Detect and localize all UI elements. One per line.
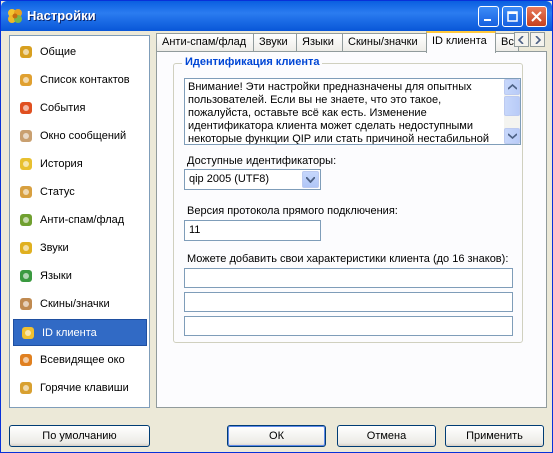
dropdown-button[interactable]	[302, 171, 319, 188]
custom-caps-field-2[interactable]	[184, 292, 513, 312]
sidebar-item-label: Звуки	[40, 242, 69, 254]
client-identifier-value: qip 2005 (UTF8)	[189, 173, 270, 185]
identifiers-label: Доступные идентификаторы:	[187, 155, 337, 167]
maximize-button[interactable]	[502, 6, 523, 27]
protocol-version-input[interactable]: 11	[184, 220, 321, 241]
sidebar-item-label: ID клиента	[42, 327, 97, 339]
settings-sidebar: Общие Список контактов События Окно сообщен…	[9, 35, 150, 408]
skins-icon	[20, 298, 32, 310]
antispam-icon	[20, 214, 32, 226]
tab[interactable]: Скины/значки	[342, 33, 427, 52]
sidebar-item-label: История	[40, 158, 83, 170]
tab-scroll-left-button[interactable]	[514, 32, 529, 47]
arrow-down-icon	[508, 133, 517, 139]
custom-caps-field-3[interactable]	[184, 316, 513, 336]
warning-text-area[interactable]: Внимание! Эти настройки предназначены дл…	[184, 78, 521, 145]
apply-button[interactable]: Применить	[445, 425, 544, 447]
sidebar-item[interactable]: Языки	[12, 263, 147, 290]
chevron-left-icon	[518, 36, 524, 44]
sidebar-item-label: Статус	[40, 186, 75, 198]
sidebar-item[interactable]: Общие	[12, 39, 147, 66]
gear-person-icon	[20, 46, 32, 58]
custom-caps-label: Можете добавить свои характеристики клие…	[187, 253, 509, 265]
sidebar-item-label: Анти-спам/флад	[40, 214, 125, 226]
close-button[interactable]	[526, 6, 547, 27]
sidebar-item-label: Общие	[40, 46, 77, 58]
window-title: Настройки	[27, 8, 96, 23]
sidebar-item[interactable]: ID клиента	[13, 319, 147, 346]
tab[interactable]: ID клиента	[426, 31, 496, 53]
tab[interactable]: Звуки	[253, 33, 297, 52]
events-icon	[20, 102, 32, 114]
group-title: Идентификация клиента	[182, 56, 323, 68]
maximize-icon	[507, 11, 518, 22]
all-seeing-eye-icon	[20, 354, 32, 366]
cancel-button[interactable]: Отмена	[337, 425, 436, 447]
minimize-button[interactable]	[478, 6, 499, 27]
sidebar-item[interactable]: События	[12, 95, 147, 122]
qip-flower-icon	[8, 9, 22, 23]
scroll-down-button[interactable]	[504, 128, 520, 144]
history-icon	[20, 158, 32, 170]
client-identifier-select[interactable]: qip 2005 (UTF8)	[184, 169, 321, 190]
sidebar-item[interactable]: Анти-спам/флад	[12, 207, 147, 234]
sidebar-item[interactable]: Окно сообщений	[12, 123, 147, 150]
protocol-label: Версия протокола прямого подключения:	[187, 205, 398, 217]
chevron-down-icon	[306, 177, 315, 183]
warning-scrollbar[interactable]	[504, 79, 520, 144]
sidebar-item[interactable]: Горячие клавиши	[12, 375, 147, 402]
scroll-thumb[interactable]	[504, 96, 520, 116]
arrow-up-icon	[508, 84, 517, 90]
sidebar-item[interactable]: Статус	[12, 179, 147, 206]
tab[interactable]: Анти-спам/флад	[156, 33, 254, 52]
sidebar-item-label: Скины/значки	[40, 298, 110, 310]
tab[interactable]: Языки	[296, 33, 343, 52]
sidebar-item-label: Горячие клавиши	[40, 382, 129, 394]
ok-button[interactable]: ОК	[227, 425, 326, 447]
status-icon	[20, 186, 32, 198]
sidebar-item[interactable]: Скины/значки	[12, 291, 147, 318]
settings-window: Настройки Общие Список контактов События Ок…	[0, 0, 553, 453]
minimize-icon	[484, 19, 491, 21]
sidebar-item[interactable]: История	[12, 151, 147, 178]
sidebar-item-label: Всевидящее око	[40, 354, 125, 366]
warning-text: Внимание! Эти настройки предназначены дл…	[188, 81, 490, 145]
sidebar-item[interactable]: Список контактов	[12, 67, 147, 94]
hotkeys-icon	[20, 382, 32, 394]
scroll-up-button[interactable]	[504, 79, 520, 95]
sidebar-item-label: Список контактов	[40, 74, 130, 86]
chevron-right-icon	[535, 36, 542, 44]
defaults-button[interactable]: По умолчанию	[9, 425, 150, 447]
close-icon	[531, 11, 542, 22]
client-id-icon	[22, 327, 34, 339]
custom-caps-field-1[interactable]	[184, 268, 513, 288]
sidebar-item[interactable]: Всевидящее око	[12, 347, 147, 374]
sidebar-item-label: События	[40, 102, 86, 114]
sounds-icon	[20, 242, 32, 254]
title-bar[interactable]: Настройки	[1, 1, 552, 31]
protocol-version-value: 11	[189, 224, 201, 236]
message-window-icon	[20, 130, 32, 142]
languages-icon	[20, 270, 32, 282]
sidebar-item[interactable]: Звуки	[12, 235, 147, 262]
sidebar-item-label: Окно сообщений	[40, 130, 127, 142]
contacts-icon	[20, 74, 32, 86]
sidebar-item-label: Языки	[40, 270, 72, 282]
tab-scroll-right-button[interactable]	[530, 32, 545, 47]
